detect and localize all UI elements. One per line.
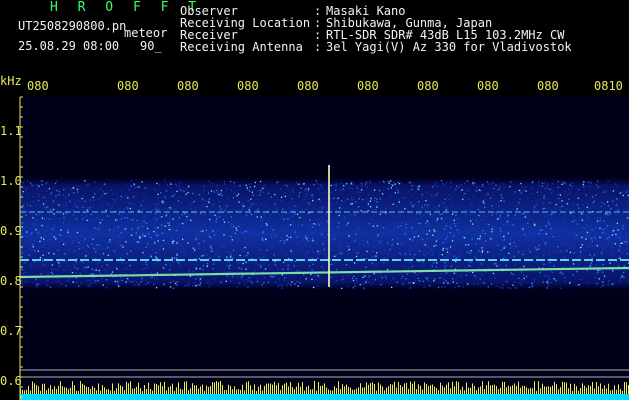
time-tick: 080: [477, 79, 499, 93]
time-tick: 080: [237, 79, 259, 93]
frequency-tick: 1.1: [0, 124, 22, 138]
spectrogram: [19, 96, 629, 400]
time-tick: 080: [117, 79, 139, 93]
frequency-tick: 0.6: [0, 374, 22, 388]
time-tick: 080: [417, 79, 439, 93]
frequency-tick: 0.8: [0, 274, 22, 288]
frequency-tick: 0.7: [0, 324, 22, 338]
time-tick: 080: [297, 79, 319, 93]
frequency-tick: 0.9: [0, 224, 22, 238]
time-tick: 0810: [594, 79, 623, 93]
power-bar-base: [20, 394, 629, 400]
frequency-tick: 1.0: [0, 174, 22, 188]
time-tick: 080: [27, 79, 49, 93]
axis-unit: kHz: [0, 74, 22, 88]
time-tick: 080: [537, 79, 559, 93]
time-tick: 080: [177, 79, 199, 93]
time-tick: 080: [357, 79, 379, 93]
